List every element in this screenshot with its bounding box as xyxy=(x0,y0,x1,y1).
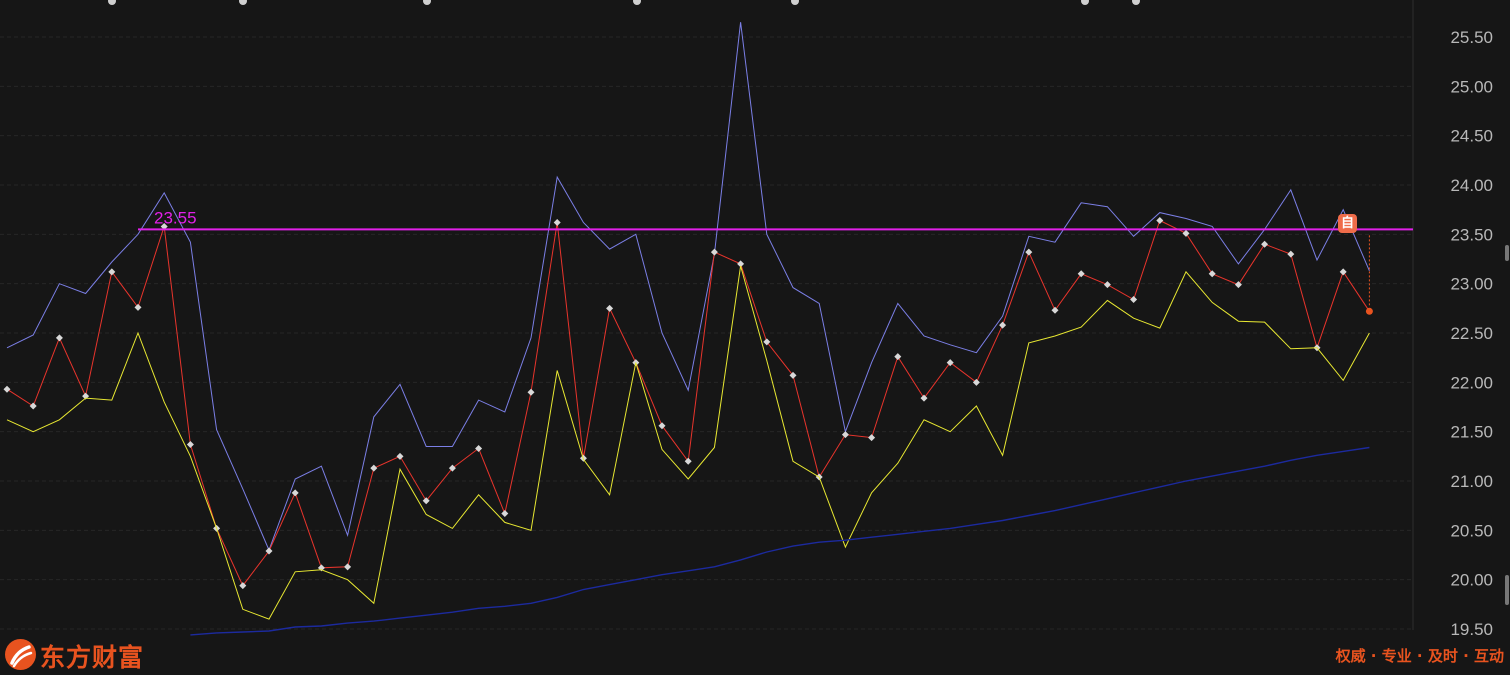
y-tick-label: 25.50 xyxy=(1450,28,1493,47)
y-tick-label: 23.00 xyxy=(1450,275,1493,294)
y-tick-label: 24.50 xyxy=(1450,127,1493,146)
y-tick-label: 22.00 xyxy=(1450,373,1493,392)
last-point-marker xyxy=(1365,307,1373,315)
y-tick-label: 21.00 xyxy=(1450,472,1493,491)
eastmoney-logo-icon xyxy=(5,639,36,670)
y-tick-label: 22.50 xyxy=(1450,324,1493,343)
scroll-handle-top[interactable] xyxy=(1505,245,1509,261)
scroll-handle-bottom[interactable] xyxy=(1505,575,1509,605)
brand-slogan: 权威 · 专业 · 及时 · 互动 xyxy=(1335,647,1504,665)
y-tick-label: 24.00 xyxy=(1450,176,1493,195)
y-tick-label: 21.50 xyxy=(1450,423,1493,442)
brand-name: 东方财富 xyxy=(40,643,145,672)
y-tick-label: 23.50 xyxy=(1450,225,1493,244)
y-tick-label: 25.00 xyxy=(1450,77,1493,96)
y-tick-label: 20.50 xyxy=(1450,521,1493,540)
reference-line-label: 23.55 xyxy=(154,208,197,227)
watchlist-badge[interactable]: 自 xyxy=(1338,214,1357,233)
y-tick-label: 19.50 xyxy=(1450,620,1493,639)
y-tick-label: 20.00 xyxy=(1450,571,1493,590)
price-chart: 23.55 25.50 25.00 24.50 24.00 23.50 23.00 22.5… xyxy=(0,0,1510,675)
